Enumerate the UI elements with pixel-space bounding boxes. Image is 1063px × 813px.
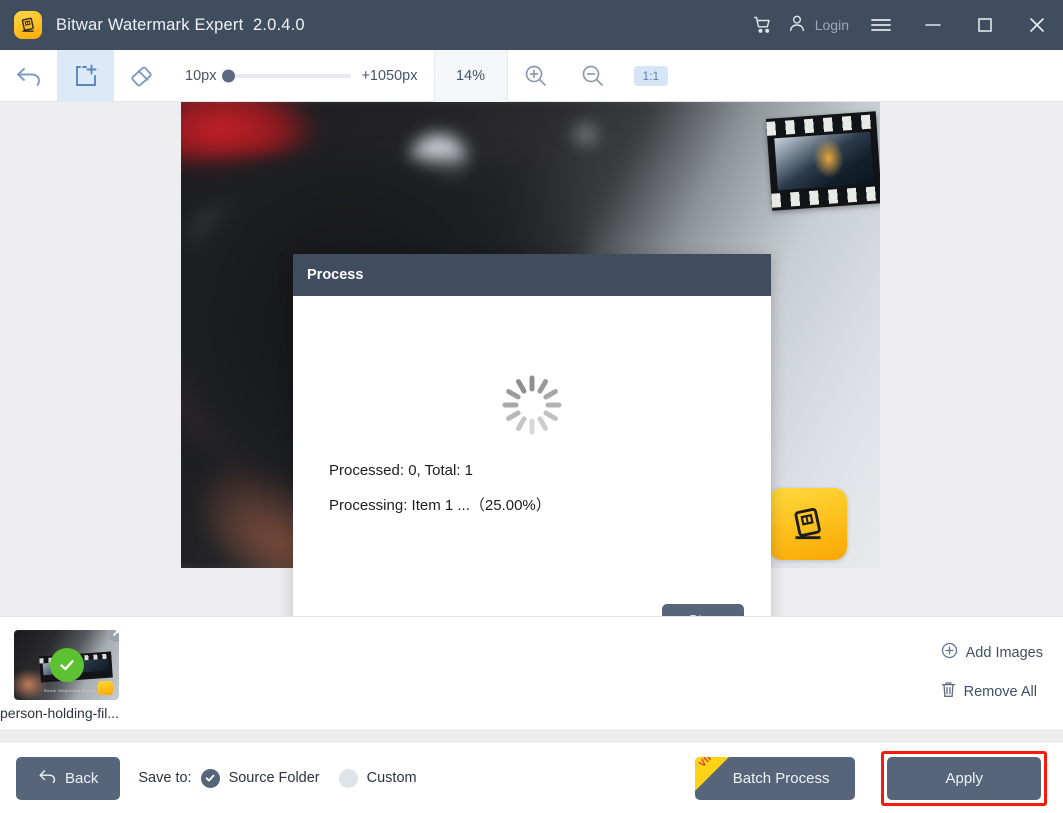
thumbnail-logo-icon [98, 681, 113, 695]
radio-source-folder[interactable] [201, 769, 220, 788]
app-version: 2.0.4.0 [253, 16, 305, 34]
batch-process-button[interactable]: VIP Batch Process [695, 757, 856, 800]
trash-icon [941, 681, 956, 702]
source-folder-label[interactable]: Source Folder [229, 770, 320, 786]
zoom-in-icon[interactable] [508, 50, 565, 102]
slider-thumb[interactable] [222, 69, 235, 82]
process-dialog-footer: Stop [293, 596, 771, 616]
toolbar: 10px +1050px 14% 1:1 [0, 50, 1063, 102]
green-check-icon [50, 648, 84, 682]
back-arrow-icon [38, 768, 57, 789]
back-button[interactable]: Back [16, 757, 120, 800]
slider-track[interactable] [226, 74, 351, 78]
brush-max-label: +1050px [361, 68, 417, 84]
process-dialog[interactable]: Process [293, 254, 771, 616]
add-selection-icon[interactable] [57, 50, 114, 102]
undo-arrow-icon[interactable] [0, 50, 57, 102]
brush-size-slider[interactable]: 10px +1050px [171, 50, 434, 102]
login-button[interactable]: Login [785, 0, 855, 50]
thumbnail-actions: Add Images Remove All [941, 642, 1043, 702]
process-dialog-body: Processed: 0, Total: 1 Processing: Item … [293, 296, 771, 596]
hamburger-menu-icon[interactable] [855, 0, 907, 50]
save-to-label: Save to: [138, 770, 191, 786]
login-label: Login [815, 17, 849, 33]
radio-custom[interactable] [339, 769, 358, 788]
save-to-group: Save to: Source Folder Custom [138, 769, 416, 788]
footer-actions: VIP Batch Process Apply [695, 751, 1047, 806]
watermark-logo-icon [769, 488, 847, 560]
minimize-icon[interactable] [907, 0, 959, 50]
cart-icon[interactable] [741, 0, 785, 50]
actual-size-button[interactable]: 1:1 [634, 66, 669, 86]
loading-spinner-icon [499, 372, 565, 438]
apply-button[interactable]: Apply [887, 757, 1041, 800]
filmstrip-frame [774, 132, 873, 191]
application-window: Bitwar Watermark Expert 2.0.4.0 Login [0, 0, 1063, 813]
footer-bar: Back Save to: Source Folder Custom VIP B… [0, 743, 1063, 813]
canvas-area[interactable]: White watermark, please check here Proce… [0, 102, 1063, 616]
processed-count-label: Processed: 0, Total: 1 [329, 462, 473, 479]
processing-item-label: Processing: Item 1 ...（25.00%） [329, 494, 551, 515]
brush-min-label: 10px [185, 68, 216, 84]
apply-highlight-box: Apply [881, 751, 1047, 806]
stop-button[interactable]: Stop [662, 604, 744, 616]
custom-label[interactable]: Custom [367, 770, 417, 786]
eraser-icon[interactable] [114, 50, 171, 102]
remove-all-button[interactable]: Remove All [941, 681, 1043, 702]
title-bar: Bitwar Watermark Expert 2.0.4.0 Login [0, 0, 1063, 50]
add-images-button[interactable]: Add Images [941, 642, 1043, 663]
remove-thumbnail-button[interactable] [107, 630, 119, 642]
app-logo-icon [14, 11, 42, 39]
close-icon[interactable] [1011, 0, 1063, 50]
list-item[interactable]: Bitwar Watermark Expert person-holding-f… [14, 630, 119, 721]
thumbnail-watermark-text: Bitwar Watermark Expert [44, 688, 95, 693]
filmstrip-overlay-icon [766, 111, 880, 210]
process-dialog-title: Process [293, 254, 771, 296]
person-icon [787, 13, 807, 38]
zoom-out-icon[interactable] [565, 50, 622, 102]
thumbnail-image[interactable]: Bitwar Watermark Expert [14, 630, 119, 700]
app-name: Bitwar Watermark Expert [56, 16, 243, 34]
batch-process-label: Batch Process [733, 770, 830, 787]
add-images-label: Add Images [966, 645, 1043, 661]
maximize-icon[interactable] [959, 0, 1011, 50]
window-title: Bitwar Watermark Expert 2.0.4.0 [56, 16, 305, 35]
thumbnail-strip: Bitwar Watermark Expert person-holding-f… [0, 616, 1063, 729]
plus-circle-icon [941, 642, 958, 663]
footer-divider [0, 729, 1063, 743]
thumbnail-filename: person-holding-fil... [0, 705, 120, 721]
zoom-level-label: 14% [435, 50, 507, 102]
remove-all-label: Remove All [964, 684, 1037, 700]
back-label: Back [65, 770, 98, 787]
